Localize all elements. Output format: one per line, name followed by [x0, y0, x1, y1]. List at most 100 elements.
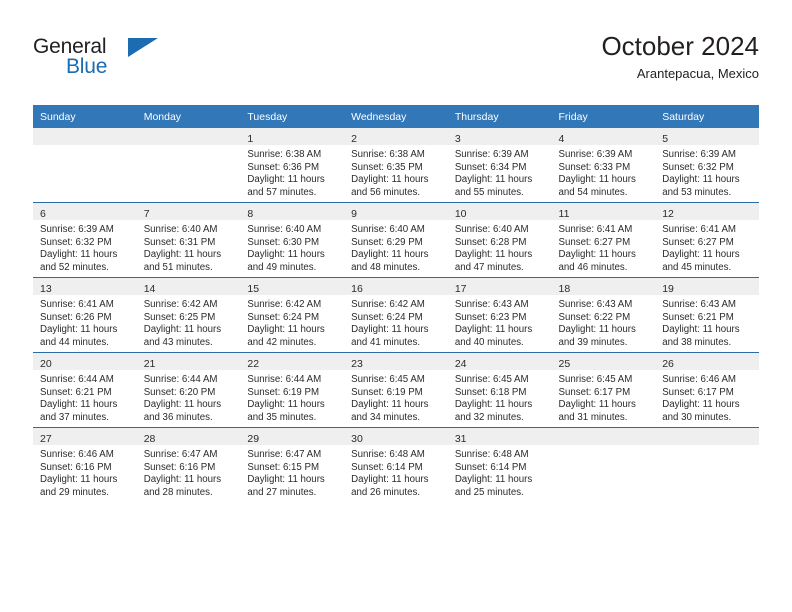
- daylight-text-line1: Daylight: 11 hours: [454, 474, 533, 486]
- calendar-day-cell[interactable]: 17 Sunrise: 6:43 AM Sunset: 6:23 PM Dayligh…: [447, 278, 552, 352]
- sunset-text: Sunset: 6:32 PM: [40, 236, 112, 248]
- daylight-text-line2: and 31 minutes.: [558, 411, 628, 423]
- calendar-day-cell[interactable]: 19 Sunrise: 6:43 AM Sunset: 6:21 PM Dayligh…: [655, 278, 759, 352]
- day-number-band: 22: [240, 353, 345, 370]
- calendar-week-row: 13 Sunrise: 6:41 AM Sunset: 6:26 PM Dayligh…: [33, 277, 759, 353]
- calendar-day-cell[interactable]: 18 Sunrise: 6:43 AM Sunset: 6:22 PM Dayligh…: [551, 278, 656, 352]
- general-blue-logo[interactable]: General Blue: [33, 35, 183, 87]
- daylight-text-line1: Daylight: 11 hours: [143, 399, 222, 411]
- calendar-day-cell[interactable]: 22 Sunrise: 6:44 AM Sunset: 6:19 PM Dayligh…: [240, 353, 345, 427]
- sunset-text: Sunset: 6:26 PM: [40, 311, 112, 323]
- day-number-band: 5: [655, 128, 759, 145]
- calendar-day-cell[interactable]: 24 Sunrise: 6:45 AM Sunset: 6:18 PM Dayligh…: [447, 353, 552, 427]
- sunset-text: Sunset: 6:27 PM: [558, 236, 631, 248]
- calendar-day-cell[interactable]: 20 Sunrise: 6:44 AM Sunset: 6:21 PM Dayligh…: [33, 353, 137, 427]
- calendar-day-cell[interactable]: 26 Sunrise: 6:46 AM Sunset: 6:17 PM Dayligh…: [655, 353, 759, 427]
- calendar-day-cell[interactable]: 5 Sunrise: 6:39 AM Sunset: 6:32 PM Daylight…: [655, 128, 759, 202]
- day-details: Sunrise: 6:40 AM Sunset: 6:31 PM Daylight:…: [137, 220, 241, 274]
- sunrise-text: Sunrise: 6:45 AM: [454, 374, 529, 385]
- calendar-day-cell[interactable]: 30 Sunrise: 6:48 AM Sunset: 6:14 PM Dayligh…: [344, 428, 448, 502]
- sunset-text: Sunset: 6:14 PM: [454, 461, 527, 473]
- calendar-day-cell[interactable]: 31 Sunrise: 6:48 AM Sunset: 6:14 PM Dayligh…: [447, 428, 552, 502]
- sunrise-text: Sunrise: 6:44 AM: [40, 374, 114, 385]
- calendar-day-cell[interactable]: 23 Sunrise: 6:45 AM Sunset: 6:19 PM Dayligh…: [344, 353, 448, 427]
- day-number-band: 8: [240, 203, 345, 220]
- calendar-day-cell-empty: [136, 128, 241, 202]
- calendar-day-cell[interactable]: 15 Sunrise: 6:42 AM Sunset: 6:24 PM Dayligh…: [240, 278, 345, 352]
- calendar-day-cell[interactable]: 12 Sunrise: 6:41 AM Sunset: 6:27 PM Dayligh…: [655, 203, 759, 277]
- day-details: Sunrise: 6:41 AM Sunset: 6:26 PM Daylight:…: [33, 295, 137, 349]
- day-details: Sunrise: 6:47 AM Sunset: 6:15 PM Daylight:…: [240, 445, 344, 499]
- daylight-text-line1: Daylight: 11 hours: [662, 174, 740, 186]
- sunrise-text: Sunrise: 6:41 AM: [662, 224, 736, 235]
- calendar-day-cell[interactable]: 3 Sunrise: 6:39 AM Sunset: 6:34 PM Daylight…: [447, 128, 552, 202]
- day-number: 2: [351, 133, 357, 145]
- title-block: October 2024 Arantepacua, Mexico: [601, 30, 759, 84]
- day-number: 19: [662, 283, 674, 295]
- sunrise-text: Sunrise: 6:39 AM: [40, 224, 114, 235]
- day-details: Sunrise: 6:40 AM Sunset: 6:29 PM Daylight:…: [344, 220, 448, 274]
- calendar-page: General Blue October 2024 Arantepacua, M…: [0, 0, 792, 612]
- calendar-day-cell[interactable]: 7 Sunrise: 6:40 AM Sunset: 6:31 PM Daylight…: [136, 203, 241, 277]
- day-details: Sunrise: 6:39 AM Sunset: 6:34 PM Daylight:…: [448, 145, 552, 199]
- calendar-day-cell[interactable]: 27 Sunrise: 6:46 AM Sunset: 6:16 PM Dayligh…: [33, 428, 137, 502]
- sunset-text: Sunset: 6:14 PM: [351, 461, 423, 473]
- day-details: Sunrise: 6:45 AM Sunset: 6:18 PM Daylight:…: [448, 370, 552, 424]
- day-number: 24: [454, 358, 467, 370]
- day-number-band: 13: [33, 278, 137, 295]
- sunset-text: Sunset: 6:20 PM: [143, 386, 216, 398]
- day-number: 26: [662, 358, 674, 370]
- daylight-text-line1: Daylight: 11 hours: [143, 324, 222, 336]
- triangle-icon: [128, 38, 158, 57]
- day-number: 23: [351, 358, 363, 370]
- calendar-day-cell[interactable]: 9 Sunrise: 6:40 AM Sunset: 6:29 PM Daylight…: [344, 203, 448, 277]
- daylight-text-line1: Daylight: 11 hours: [40, 399, 118, 411]
- daylight-text-line1: Daylight: 11 hours: [247, 324, 325, 336]
- day-number: 25: [558, 358, 571, 370]
- daylight-text-line1: Daylight: 11 hours: [247, 174, 325, 186]
- day-details: Sunrise: 6:43 AM Sunset: 6:23 PM Daylight:…: [448, 295, 552, 349]
- sunrise-text: Sunrise: 6:43 AM: [558, 299, 633, 310]
- sunrise-text: Sunrise: 6:38 AM: [351, 149, 425, 160]
- daylight-text-line1: Daylight: 11 hours: [454, 174, 533, 186]
- calendar-day-cell[interactable]: 29 Sunrise: 6:47 AM Sunset: 6:15 PM Dayligh…: [240, 428, 345, 502]
- calendar-day-cell[interactable]: 25 Sunrise: 6:45 AM Sunset: 6:17 PM Dayligh…: [551, 353, 656, 427]
- calendar-day-cell[interactable]: 8 Sunrise: 6:40 AM Sunset: 6:30 PM Daylight…: [240, 203, 345, 277]
- calendar-day-cell[interactable]: 28 Sunrise: 6:47 AM Sunset: 6:16 PM Dayligh…: [136, 428, 241, 502]
- sunrise-text: Sunrise: 6:44 AM: [247, 374, 322, 385]
- daylight-text-line1: Daylight: 11 hours: [662, 399, 740, 411]
- day-number: 13: [40, 283, 52, 295]
- sunset-text: Sunset: 6:35 PM: [351, 161, 423, 173]
- calendar-day-cell[interactable]: 10 Sunrise: 6:40 AM Sunset: 6:28 PM Dayligh…: [447, 203, 552, 277]
- day-number-band: 3: [447, 128, 552, 145]
- day-number-band: 20: [33, 353, 137, 370]
- day-number: 16: [351, 283, 363, 295]
- sunset-text: Sunset: 6:34 PM: [454, 161, 527, 173]
- sunrise-text: Sunrise: 6:43 AM: [454, 299, 529, 310]
- calendar-day-cell[interactable]: 4 Sunrise: 6:39 AM Sunset: 6:33 PM Daylight…: [551, 128, 656, 202]
- daylight-text-line1: Daylight: 11 hours: [247, 249, 325, 261]
- calendar-day-cell[interactable]: 16 Sunrise: 6:42 AM Sunset: 6:24 PM Dayligh…: [344, 278, 448, 352]
- weekday-header-thursday: Thursday: [447, 105, 552, 128]
- calendar-day-cell-empty: [33, 128, 137, 202]
- calendar-week-row: 1 Sunrise: 6:38 AM Sunset: 6:36 PM Daylight…: [33, 128, 759, 203]
- calendar-day-cell[interactable]: 2 Sunrise: 6:38 AM Sunset: 6:35 PM Daylight…: [344, 128, 448, 202]
- calendar-day-cell[interactable]: 21 Sunrise: 6:44 AM Sunset: 6:20 PM Dayligh…: [136, 353, 241, 427]
- day-number: 14: [143, 283, 156, 295]
- day-number-band: 19: [655, 278, 759, 295]
- sunset-text: Sunset: 6:21 PM: [662, 311, 734, 323]
- daylight-text-line1: Daylight: 11 hours: [662, 249, 740, 261]
- daylight-text-line1: Daylight: 11 hours: [40, 324, 118, 336]
- daylight-text-line1: Daylight: 11 hours: [40, 249, 118, 261]
- calendar-day-cell[interactable]: 11 Sunrise: 6:41 AM Sunset: 6:27 PM Dayligh…: [551, 203, 656, 277]
- weekday-header-sunday: Sunday: [33, 105, 137, 128]
- calendar-day-cell[interactable]: 13 Sunrise: 6:41 AM Sunset: 6:26 PM Dayligh…: [33, 278, 137, 352]
- sunrise-text: Sunrise: 6:40 AM: [454, 224, 529, 235]
- calendar-day-cell[interactable]: 6 Sunrise: 6:39 AM Sunset: 6:32 PM Daylight…: [33, 203, 137, 277]
- calendar-day-cell[interactable]: 1 Sunrise: 6:38 AM Sunset: 6:36 PM Daylight…: [240, 128, 345, 202]
- calendar-day-cell[interactable]: 14 Sunrise: 6:42 AM Sunset: 6:25 PM Dayligh…: [136, 278, 241, 352]
- daylight-text-line2: and 55 minutes.: [454, 186, 524, 198]
- sunset-text: Sunset: 6:17 PM: [558, 386, 631, 398]
- day-number-band: 31: [447, 428, 552, 445]
- day-number: 8: [247, 208, 254, 220]
